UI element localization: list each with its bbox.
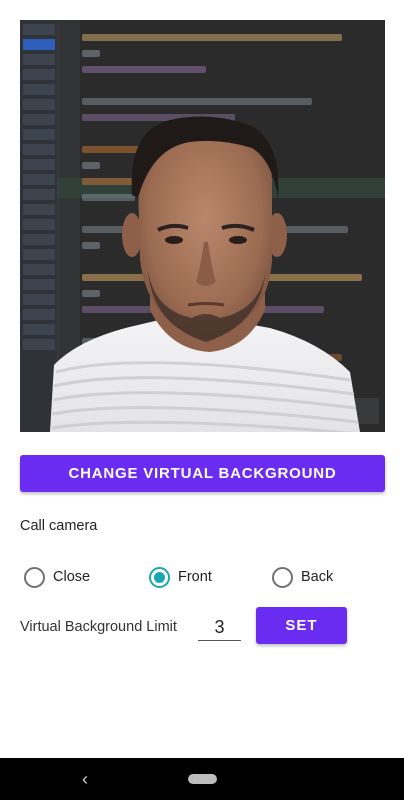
chevron-left-icon[interactable]: ‹ [82,770,88,788]
radio-option-front[interactable]: Front [149,565,212,589]
set-limit-button[interactable]: SET [256,607,347,644]
virtual-background-limit-label: Virtual Background Limit [20,619,177,635]
radio-option-close[interactable]: Close [24,565,90,589]
call-camera-label: Call camera [20,518,98,534]
change-virtual-background-button[interactable]: CHANGE VIRTUAL BACKGROUND [20,455,385,492]
person-portrait [50,116,360,432]
home-pill-icon[interactable] [188,774,217,784]
radio-label-close: Close [53,569,91,585]
radio-option-back[interactable]: Back [272,565,333,589]
system-navigation-bar: ‹ [0,758,404,800]
virtual-background-limit-input[interactable] [198,614,241,641]
radio-unchecked-icon[interactable] [272,566,293,588]
radio-unchecked-icon[interactable] [24,566,45,588]
radio-label-front: Front [178,569,212,585]
radio-label-back: Back [301,569,334,585]
camera-preview [20,20,385,432]
call-camera-radio-group: Close Front Back [24,565,384,589]
radio-checked-icon[interactable] [149,566,170,588]
